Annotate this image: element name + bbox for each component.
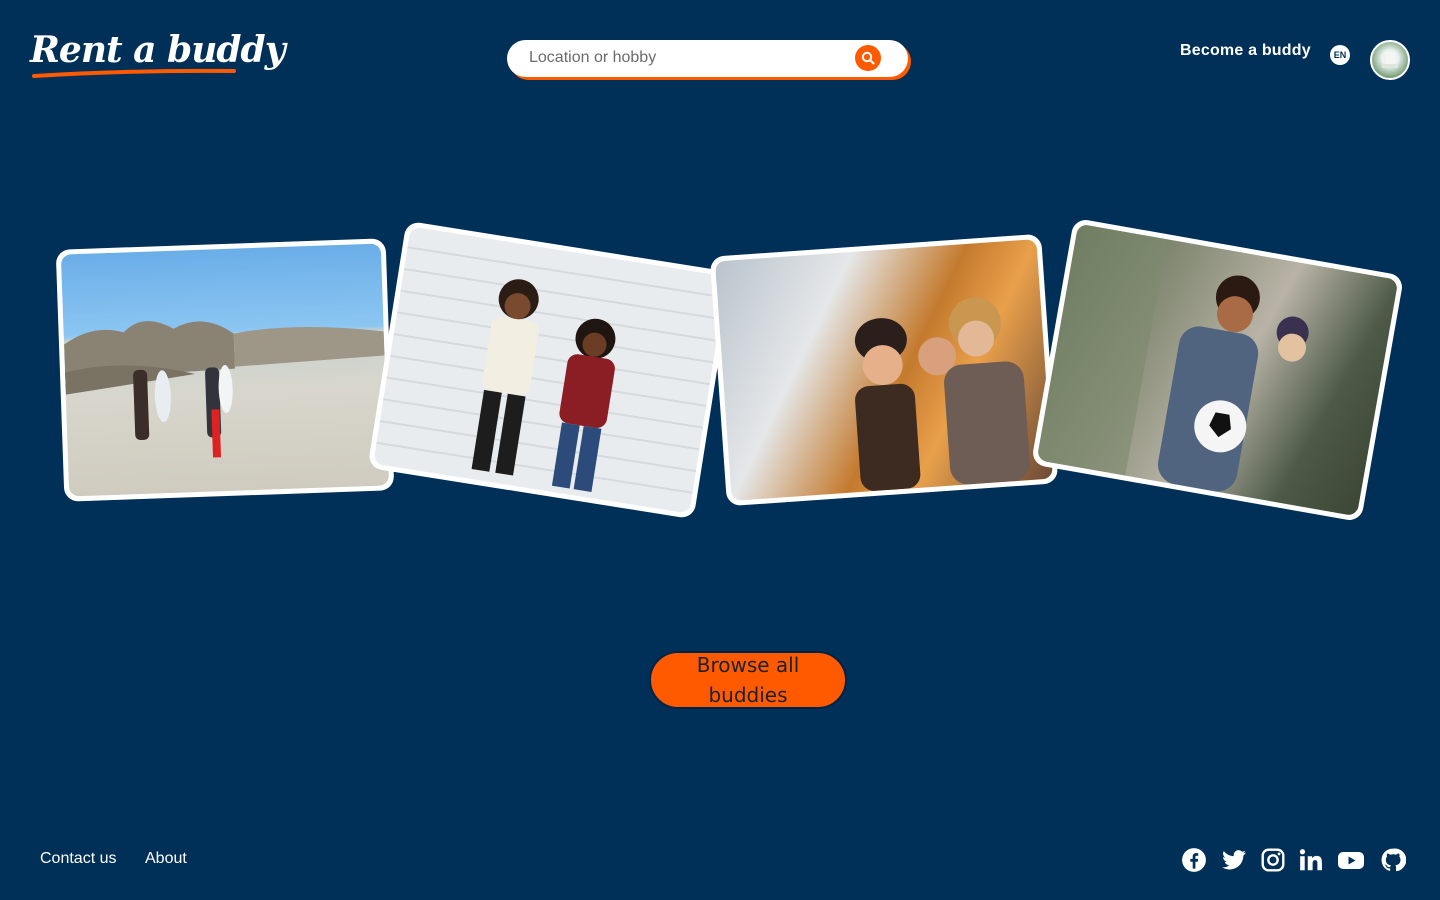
search-input[interactable] bbox=[529, 40, 849, 75]
browse-all-buddies-button[interactable]: Browse all buddies bbox=[649, 651, 847, 709]
github-icon[interactable] bbox=[1380, 847, 1406, 873]
search-button[interactable] bbox=[855, 45, 881, 71]
logo-underline bbox=[32, 68, 236, 78]
two-friends-laughing-photo bbox=[373, 226, 727, 514]
logo[interactable]: Rent a buddy bbox=[30, 28, 286, 72]
photo-card-4 bbox=[1030, 217, 1405, 523]
linkedin-icon[interactable] bbox=[1298, 847, 1324, 873]
man-with-soccer-ball-photo bbox=[1036, 223, 1399, 517]
become-buddy-link[interactable]: Become a buddy bbox=[1180, 42, 1311, 60]
twitter-icon[interactable] bbox=[1221, 847, 1247, 873]
photo-card-3 bbox=[709, 233, 1059, 507]
avatar-image bbox=[1382, 52, 1398, 68]
search-icon bbox=[861, 51, 875, 65]
search-bar bbox=[507, 40, 908, 77]
photo-card-1 bbox=[55, 238, 395, 502]
language-selector[interactable]: EN bbox=[1330, 45, 1350, 65]
user-avatar[interactable] bbox=[1370, 40, 1410, 80]
about-link[interactable]: About bbox=[145, 850, 187, 868]
group-of-friends-photo bbox=[715, 239, 1053, 501]
instagram-icon[interactable] bbox=[1260, 847, 1286, 873]
contact-us-link[interactable]: Contact us bbox=[40, 850, 116, 868]
photo-card-2 bbox=[367, 220, 733, 520]
youtube-icon[interactable] bbox=[1337, 847, 1365, 873]
facebook-icon[interactable] bbox=[1181, 847, 1207, 873]
beach-surfers-photo bbox=[60, 243, 390, 497]
